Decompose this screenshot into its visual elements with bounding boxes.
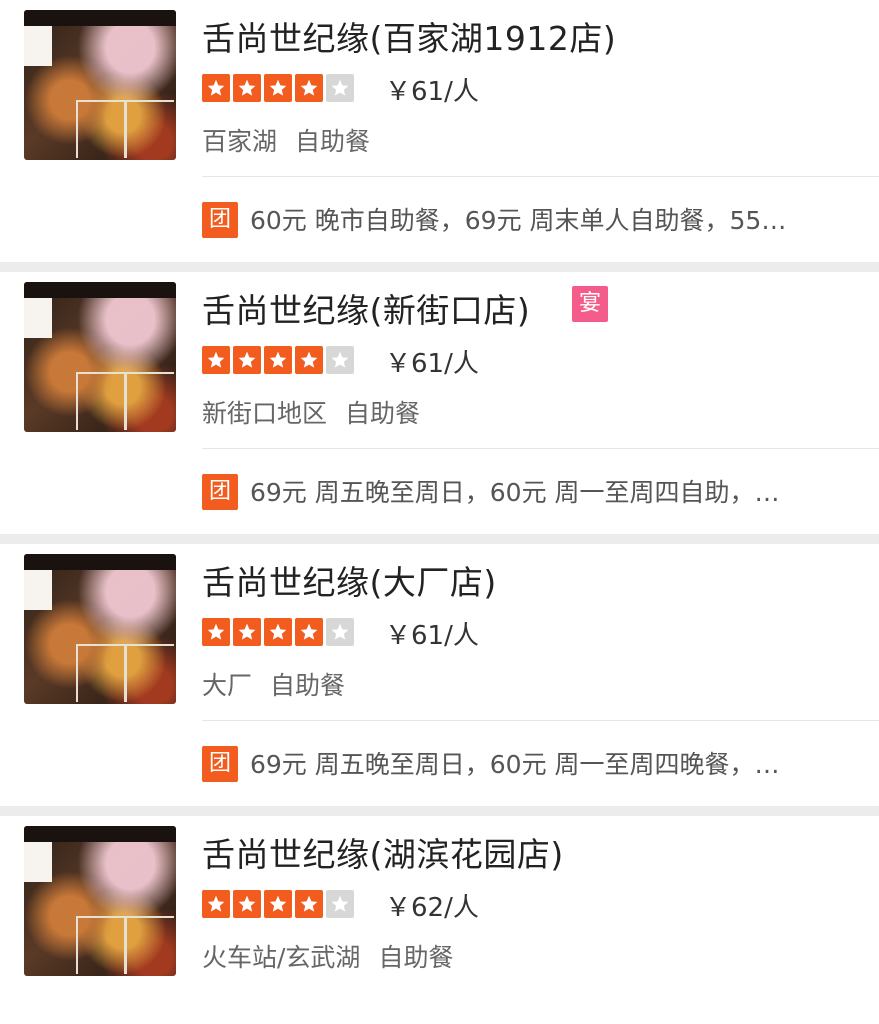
group-deal-tag: 团 bbox=[202, 474, 238, 510]
star-empty-icon bbox=[326, 890, 354, 918]
star-icon bbox=[233, 346, 261, 374]
store-card[interactable]: 舌尚世纪缘(湖滨花园店) ￥62/人 火车站/玄武湖 自助餐 bbox=[0, 816, 879, 980]
divider bbox=[202, 448, 879, 449]
avg-price: ￥61/人 bbox=[385, 349, 479, 379]
store-name: 舌尚世纪缘(大厂店) bbox=[202, 563, 497, 602]
separator bbox=[0, 806, 879, 816]
star-icon bbox=[264, 890, 292, 918]
store-meta: 新街口地区 自助餐 bbox=[202, 394, 420, 430]
group-deal-tag: 团 bbox=[202, 202, 238, 238]
photo-logo-area bbox=[24, 26, 52, 66]
store-category: 自助餐 bbox=[270, 671, 346, 700]
photo-logo-area bbox=[24, 298, 52, 338]
photo-band bbox=[24, 10, 176, 26]
photo-grid bbox=[76, 100, 174, 158]
photo-logo-area bbox=[24, 570, 52, 610]
star-empty-icon bbox=[326, 346, 354, 374]
photo-band bbox=[24, 282, 176, 298]
star-icon bbox=[233, 618, 261, 646]
star-icon bbox=[295, 346, 323, 374]
star-icon bbox=[202, 74, 230, 102]
star-icon bbox=[233, 890, 261, 918]
deal-text[interactable]: 69元 周五晚至周日，60元 周一至周四晚餐，… bbox=[250, 745, 845, 781]
star-icon bbox=[202, 346, 230, 374]
deal-text[interactable]: 69元 周五晚至周日，60元 周一至周四自助，… bbox=[250, 473, 845, 509]
avg-price: ￥62/人 bbox=[385, 893, 479, 923]
avg-price: ￥61/人 bbox=[385, 621, 479, 651]
star-rating bbox=[202, 346, 357, 374]
star-empty-icon bbox=[326, 74, 354, 102]
store-photo[interactable] bbox=[24, 10, 176, 160]
star-rating bbox=[202, 74, 357, 102]
star-icon bbox=[295, 890, 323, 918]
store-area: 百家湖 bbox=[202, 127, 278, 156]
store-category: 自助餐 bbox=[345, 399, 421, 428]
separator bbox=[0, 534, 879, 544]
store-card[interactable]: 舌尚世纪缘(百家湖1912店) ￥61/人 百家湖 自助餐 团 60元 晚市自助餐… bbox=[0, 0, 879, 262]
store-photo[interactable] bbox=[24, 826, 176, 976]
photo-grid bbox=[76, 372, 174, 430]
star-icon bbox=[233, 74, 261, 102]
separator bbox=[0, 262, 879, 272]
store-card[interactable]: 舌尚世纪缘(大厂店) ￥61/人 大厂 自助餐 团 69元 周五晚至周日，60元 … bbox=[0, 544, 879, 806]
star-empty-icon bbox=[326, 618, 354, 646]
store-category: 自助餐 bbox=[378, 943, 454, 972]
star-rating bbox=[202, 618, 357, 646]
store-photo[interactable] bbox=[24, 282, 176, 432]
photo-band bbox=[24, 554, 176, 570]
star-icon bbox=[202, 618, 230, 646]
photo-grid bbox=[76, 644, 174, 702]
store-category: 自助餐 bbox=[295, 127, 371, 156]
store-card[interactable]: 舌尚世纪缘(新街口店) 宴 ￥61/人 新街口地区 自助餐 团 69元 周五晚至周… bbox=[0, 272, 879, 534]
star-icon bbox=[295, 618, 323, 646]
store-meta: 火车站/玄武湖 自助餐 bbox=[202, 938, 453, 974]
store-name: 舌尚世纪缘(新街口店) bbox=[202, 291, 531, 330]
photo-band bbox=[24, 826, 176, 842]
star-icon bbox=[264, 618, 292, 646]
store-area: 火车站/玄武湖 bbox=[202, 943, 361, 972]
store-name: 舌尚世纪缘(百家湖1912店) bbox=[202, 19, 617, 58]
store-name: 舌尚世纪缘(湖滨花园店) bbox=[202, 835, 564, 874]
divider bbox=[202, 176, 879, 177]
photo-logo-area bbox=[24, 842, 52, 882]
star-icon bbox=[264, 74, 292, 102]
star-icon bbox=[295, 74, 323, 102]
avg-price: ￥61/人 bbox=[385, 77, 479, 107]
store-area: 新街口地区 bbox=[202, 399, 328, 428]
store-meta: 百家湖 自助餐 bbox=[202, 122, 370, 158]
store-photo[interactable] bbox=[24, 554, 176, 704]
star-rating bbox=[202, 890, 357, 918]
group-deal-tag: 团 bbox=[202, 746, 238, 782]
divider bbox=[202, 720, 879, 721]
star-icon bbox=[202, 890, 230, 918]
deal-text[interactable]: 60元 晚市自助餐，69元 周末单人自助餐，55… bbox=[250, 201, 845, 237]
store-list: 舌尚世纪缘(百家湖1912店) ￥61/人 百家湖 自助餐 团 60元 晚市自助餐… bbox=[0, 0, 879, 980]
store-meta: 大厂 自助餐 bbox=[202, 666, 345, 702]
store-area: 大厂 bbox=[202, 671, 253, 700]
star-icon bbox=[264, 346, 292, 374]
banquet-badge: 宴 bbox=[572, 286, 608, 322]
photo-grid bbox=[76, 916, 174, 974]
